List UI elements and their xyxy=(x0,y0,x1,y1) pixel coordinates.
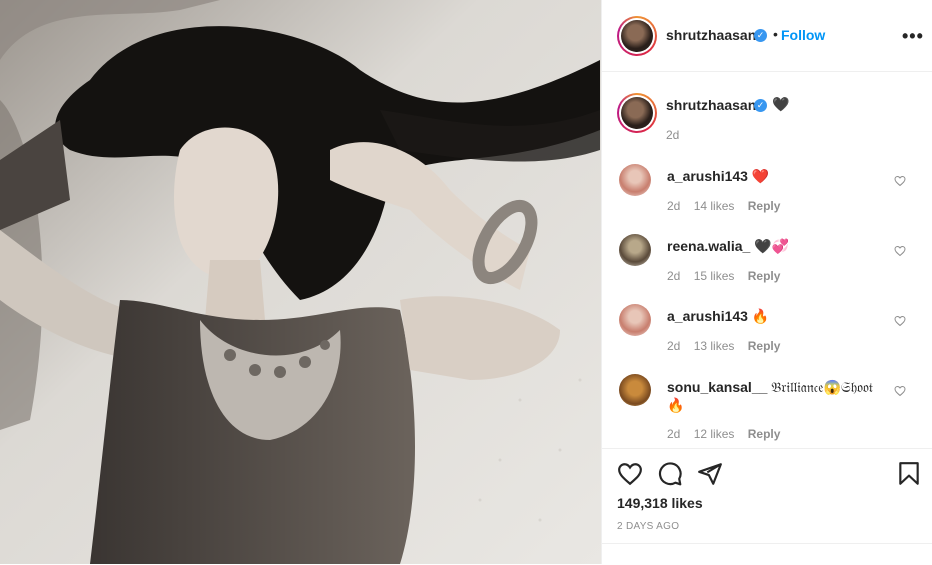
commenter-username[interactable]: a_arushi143 xyxy=(667,168,748,184)
comment-time[interactable]: 2d xyxy=(667,199,680,213)
comment-meta: 2d 15 likes Reply xyxy=(667,269,790,283)
caption-time[interactable]: 2d xyxy=(666,128,679,142)
comment-text: ❤️ xyxy=(751,168,770,184)
comment-text: 🔥 xyxy=(751,308,770,324)
author-username[interactable]: shrutzhaasan xyxy=(666,27,756,43)
divider xyxy=(602,543,932,544)
post-image xyxy=(0,0,601,564)
post-side-panel: shrutzhaasan ✓ • Follow ••• shrutzhaasan… xyxy=(601,0,932,564)
commenter-avatar[interactable] xyxy=(619,374,651,406)
like-comment-heart-icon[interactable] xyxy=(894,175,906,187)
verified-badge-icon: ✓ xyxy=(754,29,767,42)
like-comment-heart-icon[interactable] xyxy=(894,245,906,257)
comment-time[interactable]: 2d xyxy=(667,427,680,441)
commenter-avatar[interactable] xyxy=(619,164,651,196)
comment-meta: 2d 13 likes Reply xyxy=(667,339,790,353)
more-options-icon[interactable]: ••• xyxy=(902,26,924,47)
comment-time[interactable]: 2d xyxy=(667,269,680,283)
share-paper-plane-icon[interactable] xyxy=(697,461,723,487)
comment-likes[interactable]: 12 likes xyxy=(694,427,735,441)
comment-likes[interactable]: 15 likes xyxy=(694,269,735,283)
comment-meta: 2d 14 likes Reply xyxy=(667,199,790,213)
comment-time[interactable]: 2d xyxy=(667,339,680,353)
bookmark-icon[interactable] xyxy=(896,461,922,487)
post-timestamp[interactable]: 2 DAYS AGO xyxy=(617,521,679,532)
commenter-username[interactable]: reena.walia_ xyxy=(667,238,750,254)
like-heart-icon[interactable] xyxy=(617,461,643,487)
separator-dot: • xyxy=(773,26,778,42)
comment-likes[interactable]: 14 likes xyxy=(694,199,735,213)
caption-verified-badge-icon: ✓ xyxy=(754,99,767,112)
like-comment-heart-icon[interactable] xyxy=(894,315,906,327)
follow-button[interactable]: Follow xyxy=(781,27,825,43)
caption-author-avatar[interactable] xyxy=(617,93,657,133)
commenter-username[interactable]: a_arushi143 xyxy=(667,308,748,324)
commenter-avatar[interactable] xyxy=(619,304,651,336)
reply-button[interactable]: Reply xyxy=(748,269,781,283)
comment-likes[interactable]: 13 likes xyxy=(694,339,735,353)
reply-button[interactable]: Reply xyxy=(748,339,781,353)
comment-text: 🖤💞 xyxy=(754,238,790,254)
comment-text: 𝔅𝔯𝔦𝔩𝔩𝔦𝔞𝔫𝔠𝔢😱𝔖𝔥𝔬𝔬𝔱 xyxy=(771,379,874,395)
commenter-avatar[interactable] xyxy=(619,234,651,266)
like-comment-heart-icon[interactable] xyxy=(894,385,906,397)
likes-count[interactable]: 149,318 likes xyxy=(617,495,703,511)
reply-button[interactable]: Reply xyxy=(748,427,781,441)
author-avatar[interactable] xyxy=(617,16,657,56)
caption-author-username[interactable]: shrutzhaasan xyxy=(666,97,756,113)
post-photo[interactable] xyxy=(0,0,601,564)
caption-text: 🖤 xyxy=(772,96,790,112)
comment-bubble-icon[interactable] xyxy=(657,461,683,487)
commenter-username[interactable]: sonu_kansal__ xyxy=(667,379,767,395)
comment-text-continued: 🔥 xyxy=(667,397,685,413)
comment-meta: 2d 12 likes Reply xyxy=(667,427,790,441)
post-actions: 149,318 likes 2 DAYS AGO xyxy=(602,448,932,565)
reply-button[interactable]: Reply xyxy=(748,199,781,213)
post-header: shrutzhaasan ✓ • Follow ••• xyxy=(602,0,932,72)
